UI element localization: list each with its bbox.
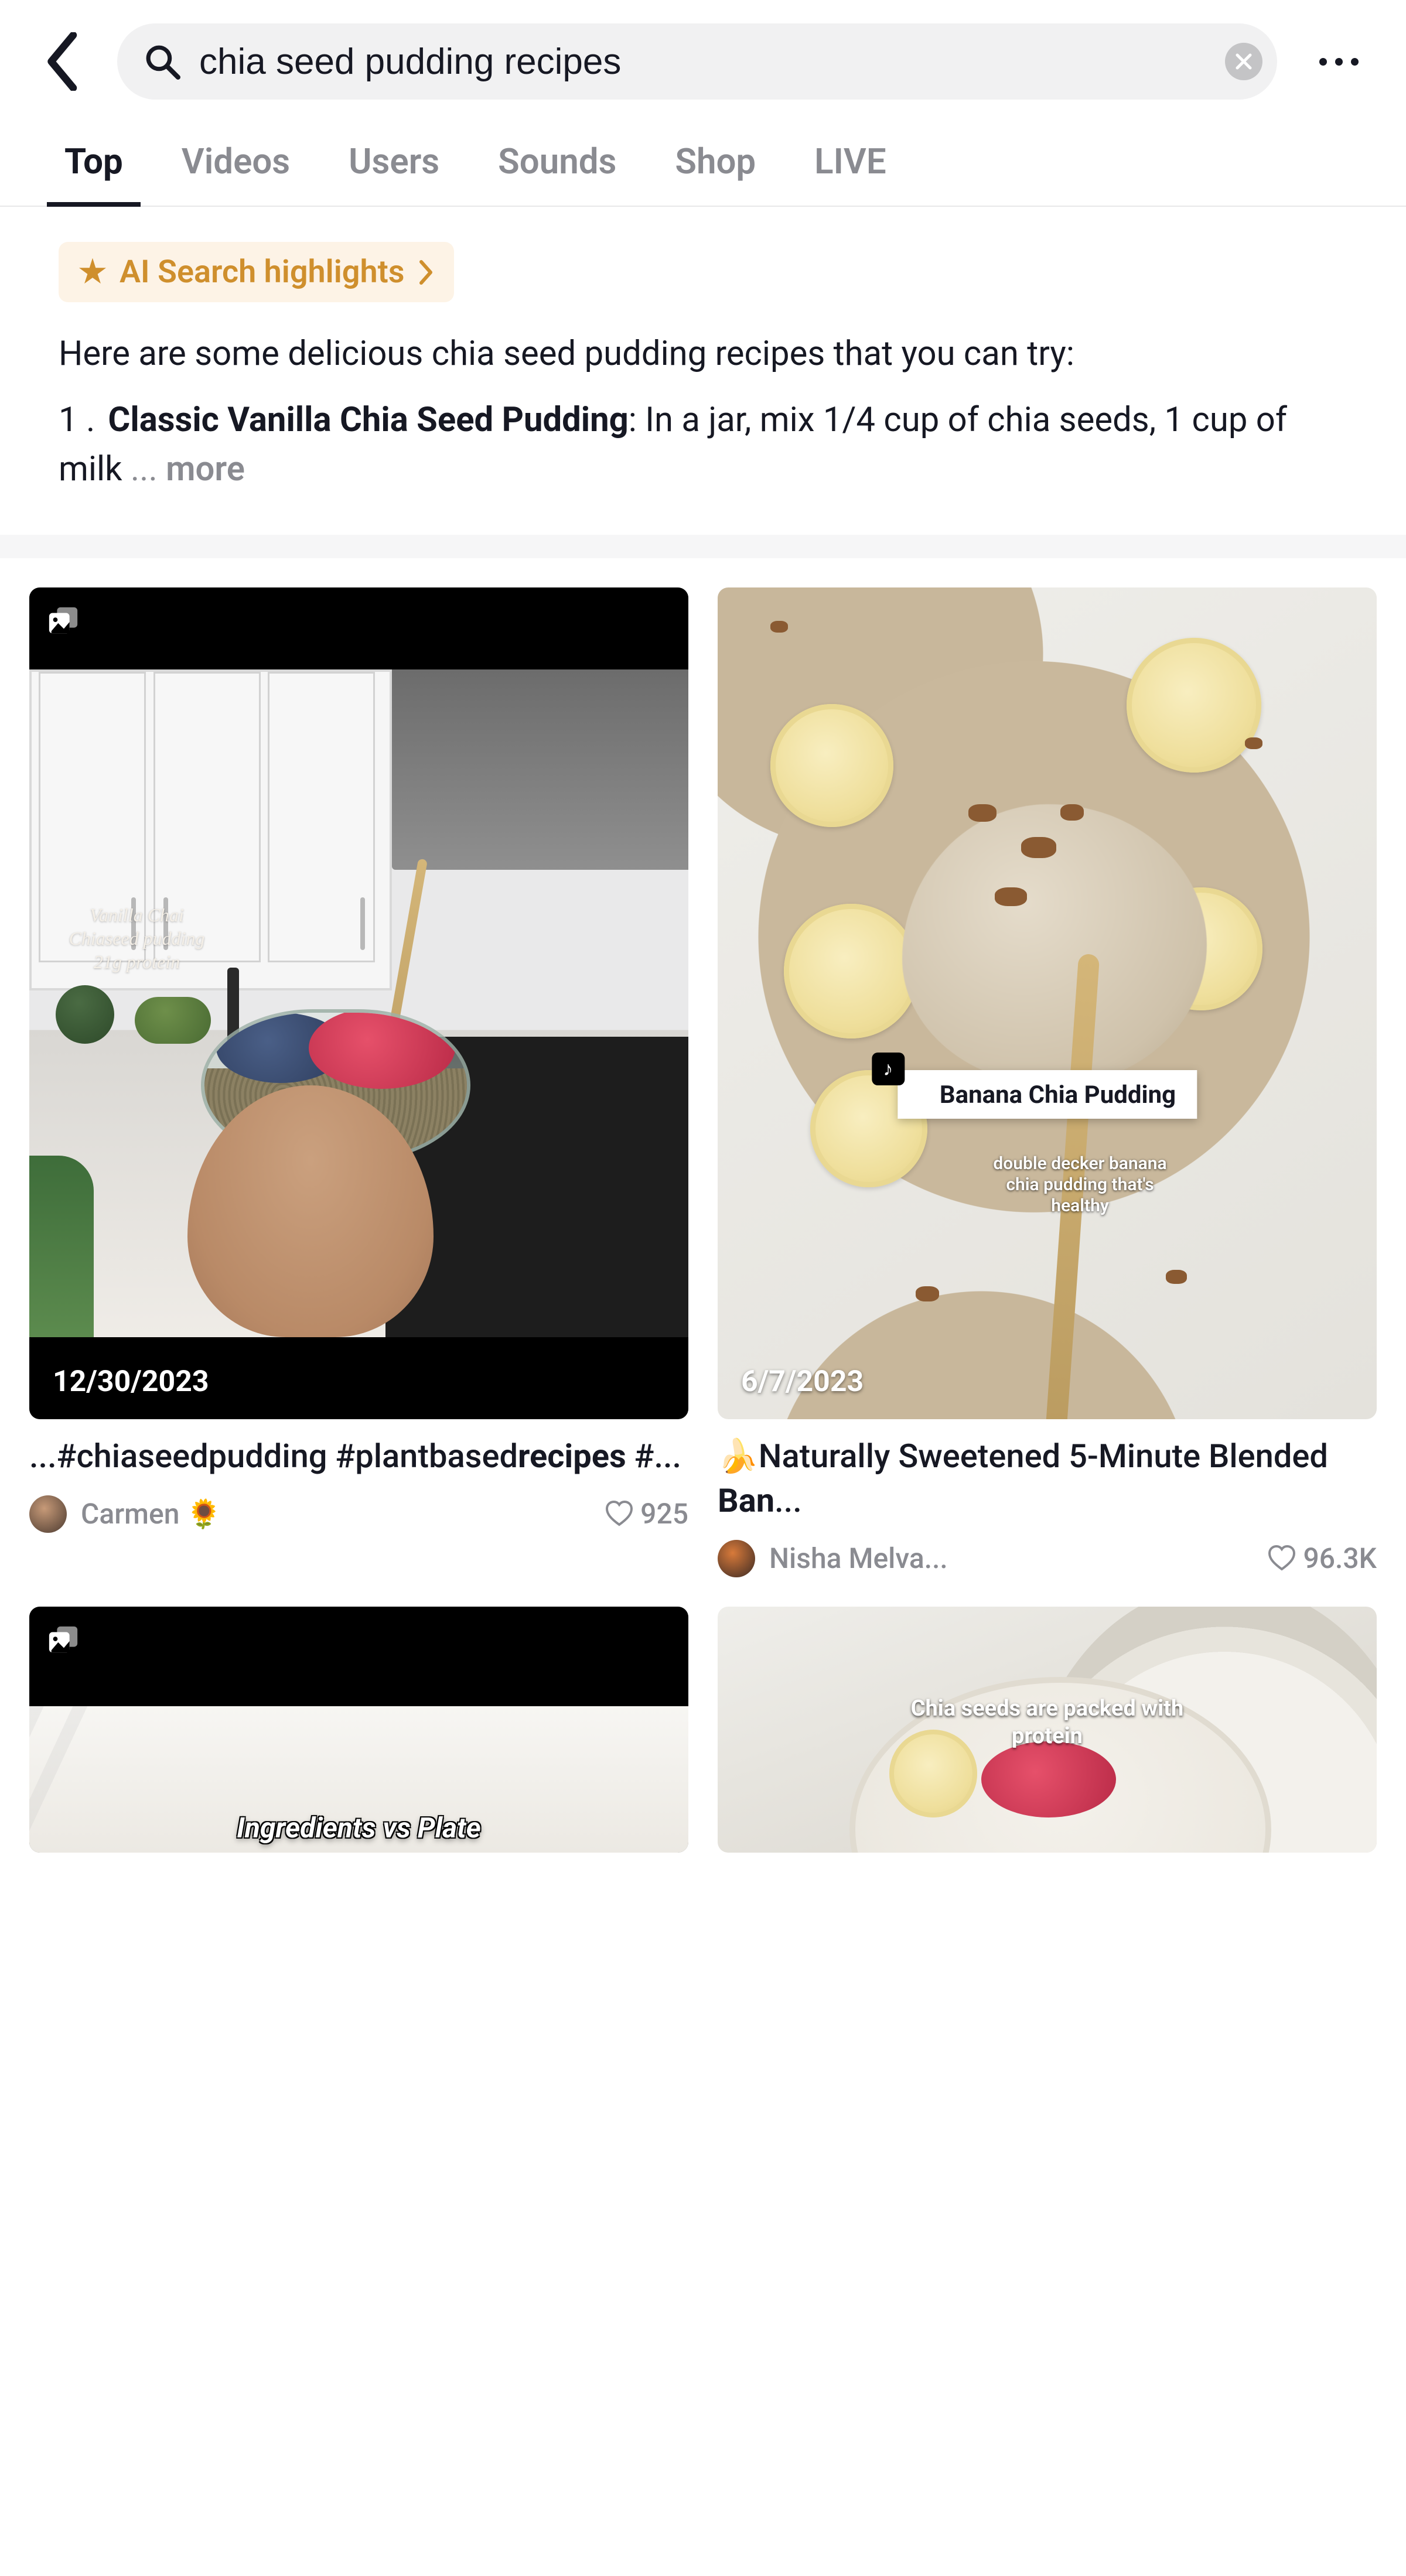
video-card[interactable]: Chia seeds are packed with protein bbox=[718, 1607, 1377, 1853]
username[interactable]: Carmen 🌻 bbox=[81, 1497, 591, 1530]
thumbnail-overlay-text: Vanilla Chai Chiaseed pudding 21g protei… bbox=[69, 903, 205, 973]
avatar[interactable] bbox=[718, 1540, 755, 1577]
video-thumbnail[interactable]: ♪ Banana Chia Pudding double decker bana… bbox=[718, 587, 1377, 1419]
ai-item-number: 1 . bbox=[59, 395, 100, 445]
ai-recipe-item: 1 . Classic Vanilla Chia Seed Pudding: I… bbox=[59, 395, 1347, 494]
video-card[interactable]: Ingredients vs Plate bbox=[29, 1607, 688, 1853]
ai-more-link[interactable]: more bbox=[158, 449, 245, 489]
video-thumbnail[interactable]: Ingredients vs Plate bbox=[29, 1607, 688, 1853]
tab-shop[interactable]: Shop bbox=[675, 141, 756, 206]
chevron-right-icon bbox=[418, 259, 434, 285]
clear-search-button[interactable] bbox=[1225, 43, 1262, 80]
search-icon bbox=[144, 43, 182, 81]
sparkle-icon bbox=[79, 258, 107, 286]
search-tabs: Top Videos Users Sounds Shop LIVE bbox=[0, 117, 1406, 207]
video-meta: Carmen 🌻 925 bbox=[29, 1495, 688, 1533]
chevron-left-icon bbox=[44, 32, 79, 91]
carousel-icon bbox=[47, 1624, 80, 1657]
heart-icon bbox=[605, 1500, 633, 1528]
video-card[interactable]: Vanilla Chai Chiaseed pudding 21g protei… bbox=[29, 587, 688, 1577]
search-bar[interactable] bbox=[117, 23, 1277, 100]
tab-top[interactable]: Top bbox=[64, 141, 123, 206]
header bbox=[0, 0, 1406, 117]
username[interactable]: Nisha Melva... bbox=[769, 1542, 1254, 1575]
back-button[interactable] bbox=[35, 35, 88, 88]
ai-highlights-section: AI Search highlights Here are some delic… bbox=[0, 207, 1406, 535]
ai-pill-label: AI Search highlights bbox=[120, 254, 405, 291]
video-caption: ...#chiaseedpudding #plantbasedrecipes #… bbox=[29, 1434, 688, 1479]
ai-intro-text: Here are some delicious chia seed puddin… bbox=[59, 330, 1347, 378]
video-meta: Nisha Melva... 96.3K bbox=[718, 1540, 1377, 1577]
results-grid: Vanilla Chai Chiaseed pudding 21g protei… bbox=[0, 558, 1406, 1881]
search-input[interactable] bbox=[199, 41, 1207, 83]
carousel-icon bbox=[47, 605, 80, 638]
video-card[interactable]: ♪ Banana Chia Pudding double decker bana… bbox=[718, 587, 1377, 1577]
close-icon bbox=[1235, 53, 1253, 70]
thumbnail-overlay-text: Ingredients vs Plate bbox=[237, 1811, 481, 1844]
tab-videos[interactable]: Videos bbox=[182, 141, 290, 206]
like-count[interactable]: 925 bbox=[605, 1497, 688, 1530]
like-count[interactable]: 96.3K bbox=[1268, 1542, 1377, 1575]
tab-live[interactable]: LIVE bbox=[814, 141, 886, 206]
ai-item-title: Classic Vanilla Chia Seed Pudding bbox=[108, 400, 628, 440]
video-caption: 🍌Naturally Sweetened 5-Minute Blended Ba… bbox=[718, 1434, 1377, 1523]
video-thumbnail[interactable]: Vanilla Chai Chiaseed pudding 21g protei… bbox=[29, 587, 688, 1419]
thumbnail-overlay-text: Chia seeds are packed with protein bbox=[872, 1695, 1223, 1751]
more-options-button[interactable] bbox=[1306, 35, 1371, 88]
heart-icon bbox=[1268, 1545, 1296, 1573]
thumbnail-overlay-text: double decker banana chia pudding that's… bbox=[916, 1153, 1244, 1217]
thumbnail-label: ♪ Banana Chia Pudding bbox=[897, 1070, 1197, 1119]
ai-ellipsis: ... bbox=[131, 449, 158, 489]
video-date: 12/30/2023 bbox=[53, 1365, 209, 1399]
dots-icon bbox=[1319, 58, 1327, 66]
ai-highlights-pill[interactable]: AI Search highlights bbox=[59, 242, 454, 302]
tab-sounds[interactable]: Sounds bbox=[498, 141, 616, 206]
tiktok-badge-icon: ♪ bbox=[872, 1053, 905, 1085]
video-thumbnail[interactable]: Chia seeds are packed with protein bbox=[718, 1607, 1377, 1853]
avatar[interactable] bbox=[29, 1495, 67, 1533]
section-divider bbox=[0, 535, 1406, 558]
tab-users[interactable]: Users bbox=[349, 141, 439, 206]
video-date: 6/7/2023 bbox=[741, 1365, 864, 1399]
